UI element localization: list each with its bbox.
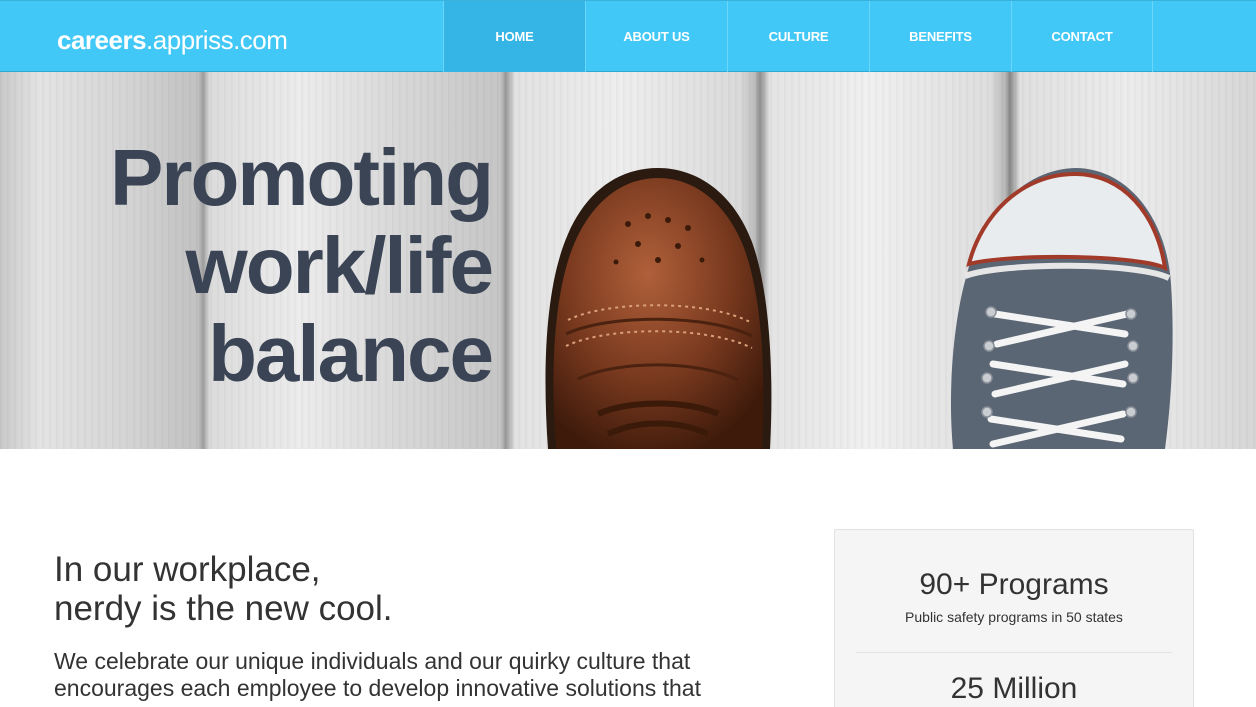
nav-item-contact[interactable]: CONTACT — [1011, 1, 1153, 72]
stat-value: 90+ Programs — [919, 568, 1109, 601]
hero-heading-line: work/life — [185, 221, 494, 310]
stats-panel: 90+ Programs Public safety programs in 5… — [834, 529, 1194, 707]
site-logo[interactable]: careers.appriss.com — [57, 23, 288, 57]
nav-item-home[interactable]: HOME — [443, 1, 585, 72]
stat-value: 25 Million — [950, 672, 1078, 705]
hero-heading-line: balance — [208, 309, 494, 398]
stat-item: 90+ Programs Public safety programs in 5… — [835, 567, 1193, 627]
main-nav: HOME ABOUT US CULTURE BENEFITS CONTACT — [443, 1, 1153, 73]
stats-divider — [856, 652, 1172, 653]
nav-item-about-us[interactable]: ABOUT US — [585, 1, 727, 72]
nav-item-benefits[interactable]: BENEFITS — [869, 1, 1011, 72]
hero-heading: Promoting work/life balance — [110, 133, 494, 398]
stat-caption: Public safety programs in 50 states — [905, 609, 1123, 625]
site-header: careers.appriss.com HOME ABOUT US CULTUR… — [0, 0, 1256, 72]
section-heading-line: nerdy is the new cool. — [54, 589, 393, 628]
brown-dress-shoe-image — [545, 168, 772, 449]
hero-banner: Promoting work/life balance — [0, 72, 1256, 449]
canvas-sneaker-image — [950, 168, 1173, 449]
nav-item-culture[interactable]: CULTURE — [727, 1, 869, 72]
hero-heading-line: Promoting — [110, 133, 494, 222]
section-body-text: We celebrate our unique individuals and … — [54, 648, 701, 701]
stat-item: 25 Million — [835, 671, 1193, 707]
section-heading: In our workplace, nerdy is the new cool. — [54, 550, 654, 628]
section-heading-line: In our workplace, — [54, 550, 321, 589]
